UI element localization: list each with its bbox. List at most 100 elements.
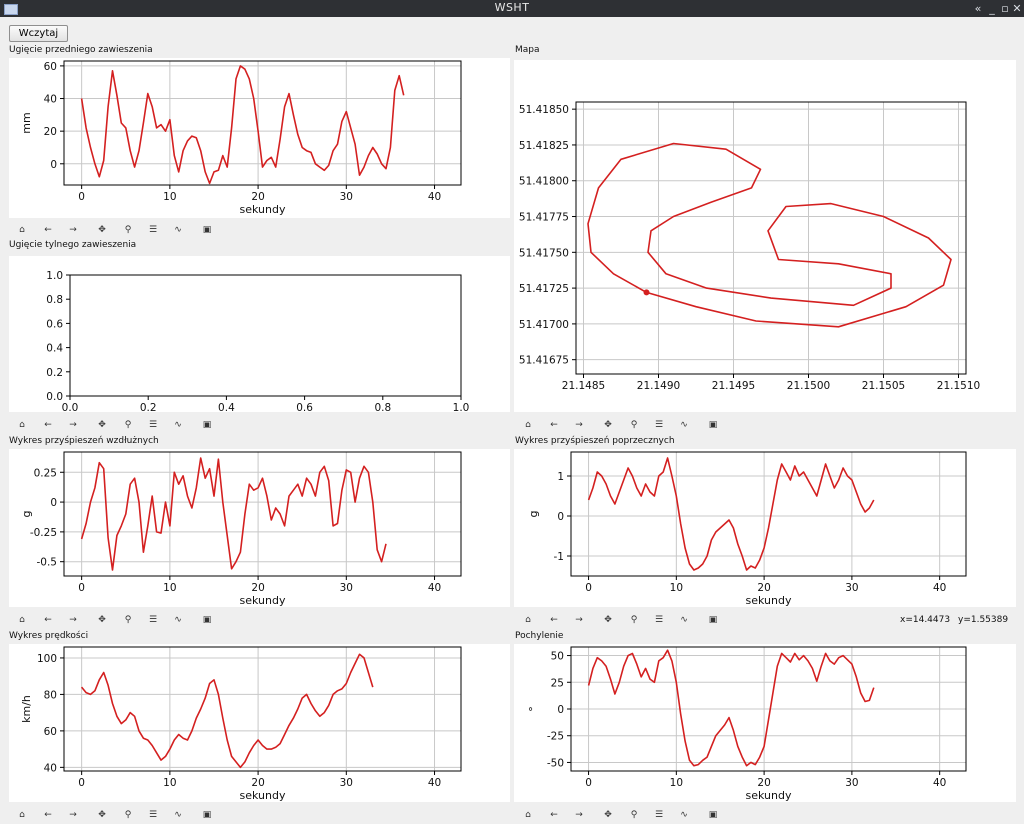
- edit-axis-icon[interactable]: ∿: [172, 809, 184, 821]
- x-tick-label: 40: [428, 191, 441, 203]
- zoom-icon[interactable]: ⚲: [628, 614, 640, 626]
- zoom-icon[interactable]: ⚲: [122, 809, 134, 821]
- y-tick-label: -0.25: [30, 527, 57, 539]
- pan-icon[interactable]: ✥: [602, 614, 614, 626]
- series-line: [80, 65, 405, 185]
- edit-axis-icon[interactable]: ∿: [678, 419, 690, 431]
- home-icon[interactable]: ⌂: [16, 614, 28, 626]
- minimize-icon[interactable]: _: [986, 2, 998, 15]
- series-line: [80, 653, 374, 769]
- home-icon[interactable]: ⌂: [522, 419, 534, 431]
- edit-axis-icon[interactable]: ∿: [172, 419, 184, 431]
- long-accel-canvas[interactable]: 0 10 20 30 40 -0.5 -0.25 0 0.25 sekundy g: [9, 449, 510, 607]
- y-tick-label: 60: [44, 726, 57, 738]
- save-icon[interactable]: ▣: [707, 809, 719, 821]
- back-icon[interactable]: ←: [548, 614, 560, 626]
- y-axis-label: g: [20, 511, 33, 518]
- edit-axis-icon[interactable]: ∿: [678, 614, 690, 626]
- save-icon[interactable]: ▣: [201, 419, 213, 431]
- front-suspension-canvas[interactable]: 0 10 20 30 40 0 20 40 60 sekundy mm: [9, 58, 510, 218]
- pan-icon[interactable]: ✥: [602, 419, 614, 431]
- configure-icon[interactable]: ☰: [653, 614, 665, 626]
- back-icon[interactable]: ←: [42, 614, 54, 626]
- tilt-chart: 0 10 20 30 40 -50 -25 0 25 50 sekundy °: [527, 646, 967, 802]
- save-icon[interactable]: ▣: [707, 614, 719, 626]
- close-icon[interactable]: ✕: [1011, 2, 1023, 15]
- x-axis-label: sekundy: [240, 789, 286, 802]
- y-tick-label: -25: [547, 731, 564, 743]
- x-axis-label: sekundy: [240, 203, 286, 216]
- save-icon[interactable]: ▣: [201, 614, 213, 626]
- configure-icon[interactable]: ☰: [147, 809, 159, 821]
- forward-icon[interactable]: →: [67, 809, 79, 821]
- save-icon[interactable]: ▣: [201, 224, 213, 236]
- x-tick-label: 10: [163, 582, 176, 594]
- y-tick-label: 0: [50, 497, 57, 509]
- y-tick-label: 100: [37, 653, 57, 665]
- configure-icon[interactable]: ☰: [147, 614, 159, 626]
- y-tick-label: 0.2: [46, 367, 63, 379]
- y-axis-label: mm: [20, 112, 33, 133]
- configure-icon[interactable]: ☰: [147, 224, 159, 236]
- long-accel-chart: 0 10 20 30 40 -0.5 -0.25 0 0.25 sekundy g: [20, 451, 462, 607]
- zoom-icon[interactable]: ⚲: [628, 809, 640, 821]
- map-canvas[interactable]: 21.1485 21.1490 21.1495 21.1500 21.1505 21.15…: [514, 60, 1016, 412]
- lat-accel-canvas[interactable]: 0 10 20 30 40 -1 0 1 sekundy g: [514, 449, 1016, 607]
- shade-icon[interactable]: «: [972, 2, 984, 15]
- configure-icon[interactable]: ☰: [653, 419, 665, 431]
- y-tick-label: 0: [50, 159, 57, 171]
- home-icon[interactable]: ⌂: [16, 419, 28, 431]
- edit-axis-icon[interactable]: ∿: [172, 614, 184, 626]
- home-icon[interactable]: ⌂: [522, 809, 534, 821]
- save-icon[interactable]: ▣: [201, 809, 213, 821]
- x-tick-label: 0.8: [374, 402, 391, 412]
- x-tick-label: 0.6: [296, 402, 313, 412]
- x-axis-label: sekundy: [240, 594, 286, 607]
- back-icon[interactable]: ←: [42, 419, 54, 431]
- home-icon[interactable]: ⌂: [16, 809, 28, 821]
- pan-icon[interactable]: ✥: [96, 614, 108, 626]
- pan-icon[interactable]: ✥: [96, 224, 108, 236]
- forward-icon[interactable]: →: [573, 809, 585, 821]
- zoom-icon[interactable]: ⚲: [122, 614, 134, 626]
- x-tick-label: 21.1495: [712, 380, 755, 392]
- y-tick-label: 40: [44, 94, 57, 106]
- x-tick-label: 40: [428, 777, 441, 789]
- back-icon[interactable]: ←: [42, 809, 54, 821]
- forward-icon[interactable]: →: [67, 224, 79, 236]
- configure-icon[interactable]: ☰: [653, 809, 665, 821]
- y-tick-label: 20: [44, 126, 57, 138]
- zoom-icon[interactable]: ⚲: [122, 419, 134, 431]
- lat-accel-title: Wykres przyśpieszeń poprzecznych: [515, 436, 675, 446]
- zoom-icon[interactable]: ⚲: [628, 419, 640, 431]
- forward-icon[interactable]: →: [67, 419, 79, 431]
- pan-icon[interactable]: ✥: [96, 419, 108, 431]
- x-tick-label: 30: [845, 582, 858, 594]
- rear-suspension-canvas[interactable]: 0.0 0.2 0.4 0.6 0.8 1.0 0.0 0.2 0.4 0.6 0.8 1.0: [9, 256, 510, 414]
- back-icon[interactable]: ←: [548, 419, 560, 431]
- back-icon[interactable]: ←: [548, 809, 560, 821]
- pan-icon[interactable]: ✥: [96, 809, 108, 821]
- forward-icon[interactable]: →: [67, 614, 79, 626]
- maximize-icon[interactable]: ▫: [999, 2, 1011, 15]
- x-tick-label: 30: [845, 777, 858, 789]
- forward-icon[interactable]: →: [573, 614, 585, 626]
- back-icon[interactable]: ←: [42, 224, 54, 236]
- edit-axis-icon[interactable]: ∿: [678, 809, 690, 821]
- zoom-icon[interactable]: ⚲: [122, 224, 134, 236]
- speed-canvas[interactable]: 0 10 20 30 40 40 60 80 100 sekundy km/h: [9, 644, 510, 802]
- tilt-canvas[interactable]: 0 10 20 30 40 -50 -25 0 25 50 sekundy °: [514, 644, 1016, 802]
- pan-icon[interactable]: ✥: [602, 809, 614, 821]
- save-icon[interactable]: ▣: [707, 419, 719, 431]
- axes-frame: [63, 451, 462, 577]
- x-tick-label: 0: [78, 191, 85, 203]
- x-axis-label: sekundy: [746, 594, 792, 607]
- home-icon[interactable]: ⌂: [522, 614, 534, 626]
- home-icon[interactable]: ⌂: [16, 224, 28, 236]
- load-button[interactable]: Wczytaj: [9, 25, 68, 42]
- forward-icon[interactable]: →: [573, 419, 585, 431]
- rear-suspension-title: Ugięcie tylnego zawieszenia: [9, 240, 137, 250]
- edit-axis-icon[interactable]: ∿: [172, 224, 184, 236]
- x-tick-label: 20: [251, 582, 264, 594]
- configure-icon[interactable]: ☰: [147, 419, 159, 431]
